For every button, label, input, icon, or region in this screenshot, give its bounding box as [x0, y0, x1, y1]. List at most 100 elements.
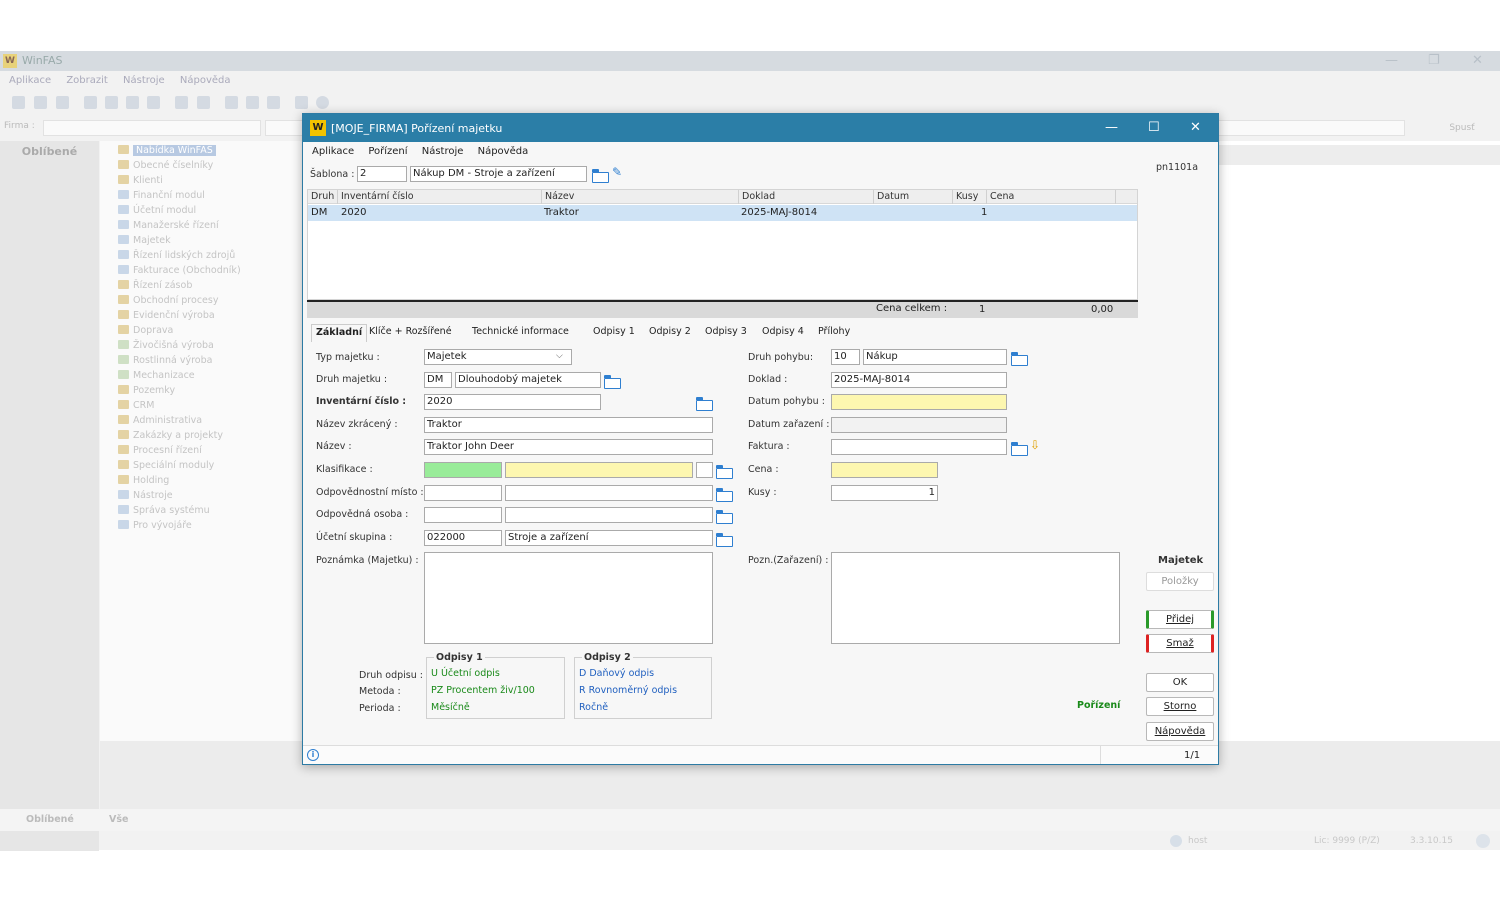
bg-tree-item[interactable]: Účetní modul: [108, 205, 196, 219]
tab-odpisy-1[interactable]: Odpisy 1: [593, 326, 635, 337]
bg-menu-napoveda[interactable]: Nápověda: [180, 75, 231, 86]
bg-menu-nastroje[interactable]: Nástroje: [123, 75, 165, 86]
bg-menu-zobrazit[interactable]: Zobrazit: [66, 75, 108, 86]
bg-tree-item[interactable]: Administrativa: [108, 415, 202, 429]
bg-spust-button[interactable]: Spusť: [1430, 120, 1494, 137]
ucetni-skupina-name-input[interactable]: Stroje a zařízení: [505, 530, 713, 546]
bg-tree-item[interactable]: CRM: [108, 400, 154, 414]
klasifikace-code-input[interactable]: [424, 462, 502, 478]
menu-napoveda[interactable]: Nápověda: [478, 146, 529, 157]
bg-tree-item[interactable]: Obecné číselníky: [108, 160, 213, 174]
odpovedna-osoba-name-input[interactable]: [505, 507, 713, 523]
datum-zarazeni-input[interactable]: [831, 417, 1007, 433]
nazev-input[interactable]: Traktor John Deer: [424, 439, 713, 455]
tab-odpisy-4[interactable]: Odpisy 4: [762, 326, 804, 337]
bg-toolbar-icon[interactable]: [105, 96, 118, 109]
col-druh[interactable]: Druh: [311, 191, 334, 202]
polozky-button[interactable]: Položky: [1146, 572, 1214, 591]
bg-tree-item[interactable]: Finanční modul: [108, 190, 205, 204]
bg-tree-item[interactable]: Doprava: [108, 325, 173, 339]
poznamka-zarazeni-textarea[interactable]: [831, 552, 1120, 644]
druh-pohybu-code-input[interactable]: 10: [831, 349, 860, 365]
table-row[interactable]: DM 2020 Traktor 2025-MAJ-8014 1: [308, 205, 1137, 221]
bg-tree-item[interactable]: Pro vývojáře: [108, 520, 192, 534]
odpovednostni-misto-name-input[interactable]: [505, 485, 713, 501]
bg-search-input[interactable]: [1218, 120, 1405, 136]
tab-technicke-informace[interactable]: Technické informace: [472, 326, 569, 337]
tab-prilohy[interactable]: Přílohy: [818, 326, 850, 337]
druh-pohybu-folder-icon[interactable]: [1011, 351, 1028, 366]
col-cena[interactable]: Cena: [990, 191, 1014, 202]
tab-odpisy-3[interactable]: Odpisy 3: [705, 326, 747, 337]
bg-tree-item[interactable]: Klienti: [108, 175, 163, 189]
col-nazev[interactable]: Název: [545, 191, 574, 202]
bg-back-icon[interactable]: [84, 96, 97, 109]
smaz-button[interactable]: Smaž: [1146, 634, 1214, 653]
bg-info-icon[interactable]: [1476, 834, 1490, 848]
chevron-down-icon[interactable]: ⌵: [556, 351, 563, 361]
bg-tree-item[interactable]: Procesní řízení: [108, 445, 202, 459]
info-icon[interactable]: i: [307, 749, 319, 761]
inventarni-cislo-folder-icon[interactable]: [696, 396, 713, 411]
bg-tree-item[interactable]: Zakázky a projekty: [108, 430, 223, 444]
bg-tree-item[interactable]: Evidenční výroba: [108, 310, 215, 324]
bg-tree-item[interactable]: Živočišná výroba: [108, 340, 214, 354]
typ-majetku-select[interactable]: Majetek: [424, 349, 572, 365]
bg-tree-item[interactable]: Mechanizace: [108, 370, 195, 384]
maximize-icon[interactable]: ☐: [1148, 120, 1160, 135]
klasifikace-extra-input[interactable]: [696, 462, 713, 478]
bg-menu-aplikace[interactable]: Aplikace: [9, 75, 51, 86]
bg-restore-icon[interactable]: ❐: [1428, 53, 1440, 68]
bg-close-icon[interactable]: ✕: [1472, 53, 1483, 68]
menu-porizeni[interactable]: Pořízení: [368, 146, 407, 157]
bg-refresh-icon[interactable]: [126, 96, 139, 109]
minimize-icon[interactable]: —: [1105, 120, 1118, 135]
bg-tree-item[interactable]: Nástroje: [108, 490, 173, 504]
druh-majetku-name-input[interactable]: Dlouhodobý majetek: [455, 372, 601, 388]
bg-tree-item[interactable]: Fakturace (Obchodník): [108, 265, 241, 279]
inventarni-cislo-input[interactable]: 2020: [424, 394, 601, 410]
storno-button[interactable]: Storno: [1146, 697, 1214, 716]
bg-toolbar-icon[interactable]: [246, 96, 259, 109]
sablona-folder-icon[interactable]: [592, 168, 609, 183]
col-datum[interactable]: Datum: [877, 191, 909, 202]
poznamka-majetku-textarea[interactable]: [424, 552, 713, 644]
doklad-input[interactable]: 2025-MAJ-8014: [831, 372, 1007, 388]
druh-pohybu-name-input[interactable]: Nákup: [863, 349, 1007, 365]
bg-tree-item[interactable]: Řízení lidských zdrojů: [108, 250, 235, 264]
tab-zakladni[interactable]: Základní: [311, 324, 368, 342]
faktura-input[interactable]: [831, 439, 1007, 455]
bg-tree-item[interactable]: Rostlinná výroba: [108, 355, 212, 369]
bg-tree-item[interactable]: Holding: [108, 475, 169, 489]
odpovedna-osoba-folder-icon[interactable]: [716, 509, 733, 524]
edit-pencil-icon[interactable]: ✎: [612, 165, 622, 179]
klasifikace-folder-icon[interactable]: [716, 464, 733, 479]
cena-input[interactable]: [831, 462, 938, 478]
bg-help-icon[interactable]: [316, 96, 329, 109]
bg-toolbar-icon[interactable]: [295, 96, 308, 109]
col-doklad[interactable]: Doklad: [742, 191, 775, 202]
bg-toolbar-icon[interactable]: [147, 96, 160, 109]
col-kusy[interactable]: Kusy: [956, 191, 978, 202]
close-icon[interactable]: ✕: [1190, 120, 1201, 135]
bg-tree-item[interactable]: Správa systému: [108, 505, 210, 519]
bg-tree-item[interactable]: Manažerské řízení: [108, 220, 219, 234]
bg-tree-item[interactable]: Obchodní procesy: [108, 295, 218, 309]
bg-toolbar-icon[interactable]: [225, 96, 238, 109]
druh-majetku-code-input[interactable]: DM: [424, 372, 452, 388]
bg-tree-item[interactable]: Nabídka WinFAS: [108, 145, 216, 159]
bg-tree-item[interactable]: Řízení zásob: [108, 280, 192, 294]
bg-minimize-icon[interactable]: —: [1385, 53, 1398, 68]
sablona-code-input[interactable]: 2: [357, 166, 407, 182]
bg-toolbar-icon[interactable]: [34, 96, 47, 109]
bg-tree-item[interactable]: Speciální moduly: [108, 460, 214, 474]
faktura-folder-icon[interactable]: [1011, 441, 1028, 456]
druh-majetku-folder-icon[interactable]: [604, 374, 621, 389]
ok-button[interactable]: OK: [1146, 673, 1214, 692]
menu-aplikace[interactable]: Aplikace: [312, 146, 354, 157]
bg-toolbar-icon[interactable]: [12, 96, 25, 109]
ucetni-skupina-code-input[interactable]: 022000: [424, 530, 502, 546]
odpovednostni-misto-code-input[interactable]: [424, 485, 502, 501]
menu-nastroje[interactable]: Nástroje: [422, 146, 464, 157]
tab-klice-rozsirene[interactable]: Klíče + Rozšířené: [369, 326, 452, 337]
